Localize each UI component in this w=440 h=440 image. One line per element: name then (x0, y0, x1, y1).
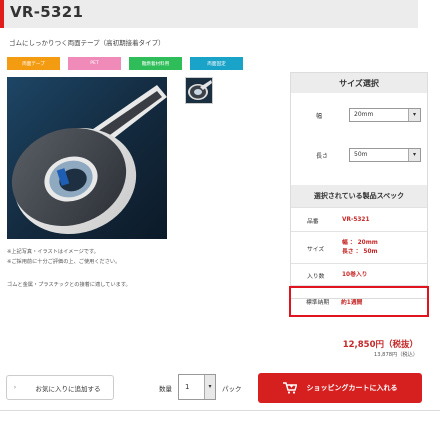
width-select[interactable]: 20mm ▾ (349, 108, 421, 122)
unit-label: パック (222, 385, 242, 393)
length-label: 長さ (316, 153, 329, 160)
chevron-right-icon: › (13, 384, 17, 391)
note-evaluation: ※ご採用前に十分ご評価の上、ご使用ください。 (7, 258, 121, 265)
spec-row-quantity: 入り数 10巻入り (291, 263, 427, 285)
spec-value-delivery: 約1週間 (341, 300, 363, 306)
spec-key: サイズ (307, 247, 325, 253)
spec-key-delivery: 標準納期 (306, 300, 330, 306)
spec-value-length: 長さ ： 50m (342, 249, 378, 255)
chevron-down-icon[interactable]: ▾ (408, 109, 420, 121)
note-usage: ゴムと金属・プラスチックとの接着に適しています。 (7, 282, 131, 288)
tag-flame-retardant[interactable]: 難燃着材料用 (129, 57, 182, 70)
chevron-down-icon[interactable]: ▾ (408, 149, 420, 161)
spec-key: 品番 (307, 219, 319, 225)
spec-heading: 選択されている製品スペック (291, 185, 427, 207)
tag-fixing[interactable]: 両面固定 (190, 57, 243, 70)
delivery-highlight-box: 標準納期 約1週間 (289, 286, 429, 317)
quantity-value: 1 (185, 383, 190, 391)
quantity-label: 数量 (159, 385, 172, 393)
spec-value: VR-5321 (342, 217, 370, 223)
width-row: 幅 20mm ▾ (291, 101, 427, 131)
size-spec-panel: サイズ選択 幅 20mm ▾ 長さ 50m ▾ 選択されている製品スペック 品番… (290, 72, 428, 299)
product-photo (7, 77, 167, 239)
product-header: VR-5321 (0, 0, 418, 28)
product-thumbnail[interactable] (185, 77, 213, 104)
note-image: ※上記写真・イラストはイメージです。 (7, 249, 99, 255)
add-to-cart-button[interactable]: ショッピングカートに入れる (258, 373, 422, 403)
product-title: VR-5321 (10, 3, 84, 21)
add-to-cart-label: ショッピングカートに入れる (306, 384, 398, 392)
add-to-favorites-label: お気に入りに追加する (35, 384, 101, 393)
image-notes: ※上記写真・イラストはイメージです。 ※ご採用前に十分ご評価の上、ご使用ください… (7, 248, 120, 267)
tag-pet[interactable]: PET (68, 57, 121, 70)
width-label: 幅 (316, 113, 323, 120)
cart-icon (282, 382, 297, 394)
tape-roll-image (11, 85, 167, 235)
add-to-favorites-button[interactable]: › お気に入りに追加する (6, 375, 114, 400)
price-tax-included: 13,878円（税込） (373, 352, 418, 358)
price-tax-excluded: 12,850円（税抜） (342, 340, 418, 350)
footer-divider (0, 410, 440, 411)
tag-list: 両面テープ PET 難燃着材料用 両面固定 (7, 57, 243, 70)
tag-double-sided[interactable]: 両面テープ (7, 57, 60, 70)
spec-value-width: 幅 ： 20mm (342, 240, 378, 246)
thumbnail-image (188, 80, 212, 100)
spec-row-size: サイズ 幅 ： 20mm 長さ ： 50m (291, 231, 427, 263)
length-select[interactable]: 50m ▾ (349, 148, 421, 162)
length-select-value: 50m (354, 151, 368, 158)
size-select-heading: サイズ選択 (291, 73, 427, 93)
chevron-down-icon[interactable]: ▾ (204, 375, 215, 399)
spec-row-part-number: 品番 VR-5321 (291, 207, 427, 231)
quantity-select[interactable]: 1 ▾ (178, 374, 216, 400)
spec-key: 入り数 (307, 274, 325, 280)
width-select-value: 20mm (354, 111, 374, 118)
length-row: 長さ 50m ▾ (291, 141, 427, 171)
spec-value: 10巻入り (342, 272, 368, 278)
product-subtitle: ゴムにしっかりつく両面テープ（高初期接着タイプ） (9, 39, 165, 47)
